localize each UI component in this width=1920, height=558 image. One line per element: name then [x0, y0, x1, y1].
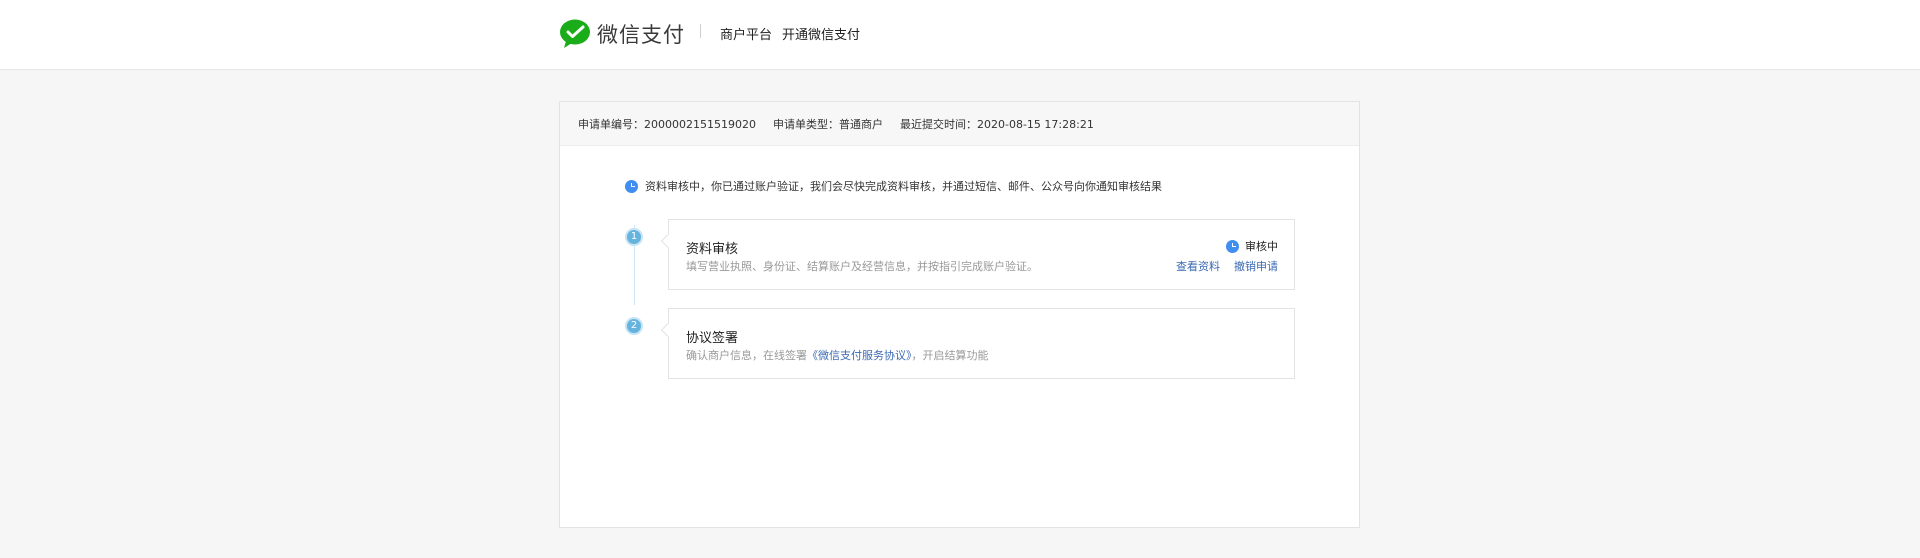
step-card-agreement: 协议签署 确认商户信息，在线签署《微信支付服务协议》，开启结算功能 [668, 308, 1295, 379]
wechat-pay-logo-icon [560, 19, 590, 48]
step-title: 协议签署 [686, 331, 739, 346]
application-number: 申请单编号：2000002151519020 [578, 117, 756, 131]
step-description: 确认商户信息，在线签署《微信支付服务协议》，开启结算功能 [686, 349, 989, 362]
step-title: 资料审核 [686, 242, 739, 257]
top-header: 微信支付 商户平台 开通微信支付 [0, 0, 1920, 70]
review-notice-text: 资料审核中，你已通过账户验证，我们会尽快完成资料审核，并通过短信、邮件、公众号向… [645, 180, 1162, 193]
status-badge: 审核中 [1226, 238, 1278, 254]
step-number-2: 2 [625, 317, 643, 335]
clock-icon [625, 179, 638, 193]
step-card-review: 资料审核 填写营业执照、身份证、结算账户及经营信息，并按指引完成账户验证。 审核… [668, 219, 1295, 290]
cancel-application-link[interactable]: 撤销申请 [1234, 258, 1278, 274]
nav-open-wechat-pay[interactable]: 开通微信支付 [782, 24, 860, 43]
brand-name: 微信支付 [597, 23, 685, 47]
brand[interactable]: 微信支付 [559, 18, 685, 50]
step-description: 填写营业执照、身份证、结算账户及经营信息，并按指引完成账户验证。 [686, 260, 1038, 273]
application-submit-time: 最近提交时间：2020-08-15 17:28:21 [899, 117, 1094, 131]
application-type: 申请单类型：普通商户 [772, 117, 883, 131]
clock-icon [1226, 239, 1239, 253]
header-divider [700, 24, 701, 38]
service-agreement-link[interactable]: 《微信支付服务协议》 [807, 349, 912, 362]
application-card: 申请单编号：2000002151519020 申请单类型：普通商户 最近提交时间… [559, 101, 1360, 528]
header-nav: 商户平台 开通微信支付 [720, 24, 860, 43]
application-meta-bar: 申请单编号：2000002151519020 申请单类型：普通商户 最近提交时间… [560, 102, 1359, 146]
nav-merchant-platform[interactable]: 商户平台 [720, 24, 772, 43]
review-notice: 资料审核中，你已通过账户验证，我们会尽快完成资料审核，并通过短信、邮件、公众号向… [625, 178, 1162, 194]
step-number-1: 1 [625, 228, 643, 246]
view-materials-link[interactable]: 查看资料 [1176, 258, 1220, 274]
step-actions: 查看资料 撤销申请 [1176, 258, 1278, 274]
status-text: 审核中 [1245, 240, 1278, 253]
